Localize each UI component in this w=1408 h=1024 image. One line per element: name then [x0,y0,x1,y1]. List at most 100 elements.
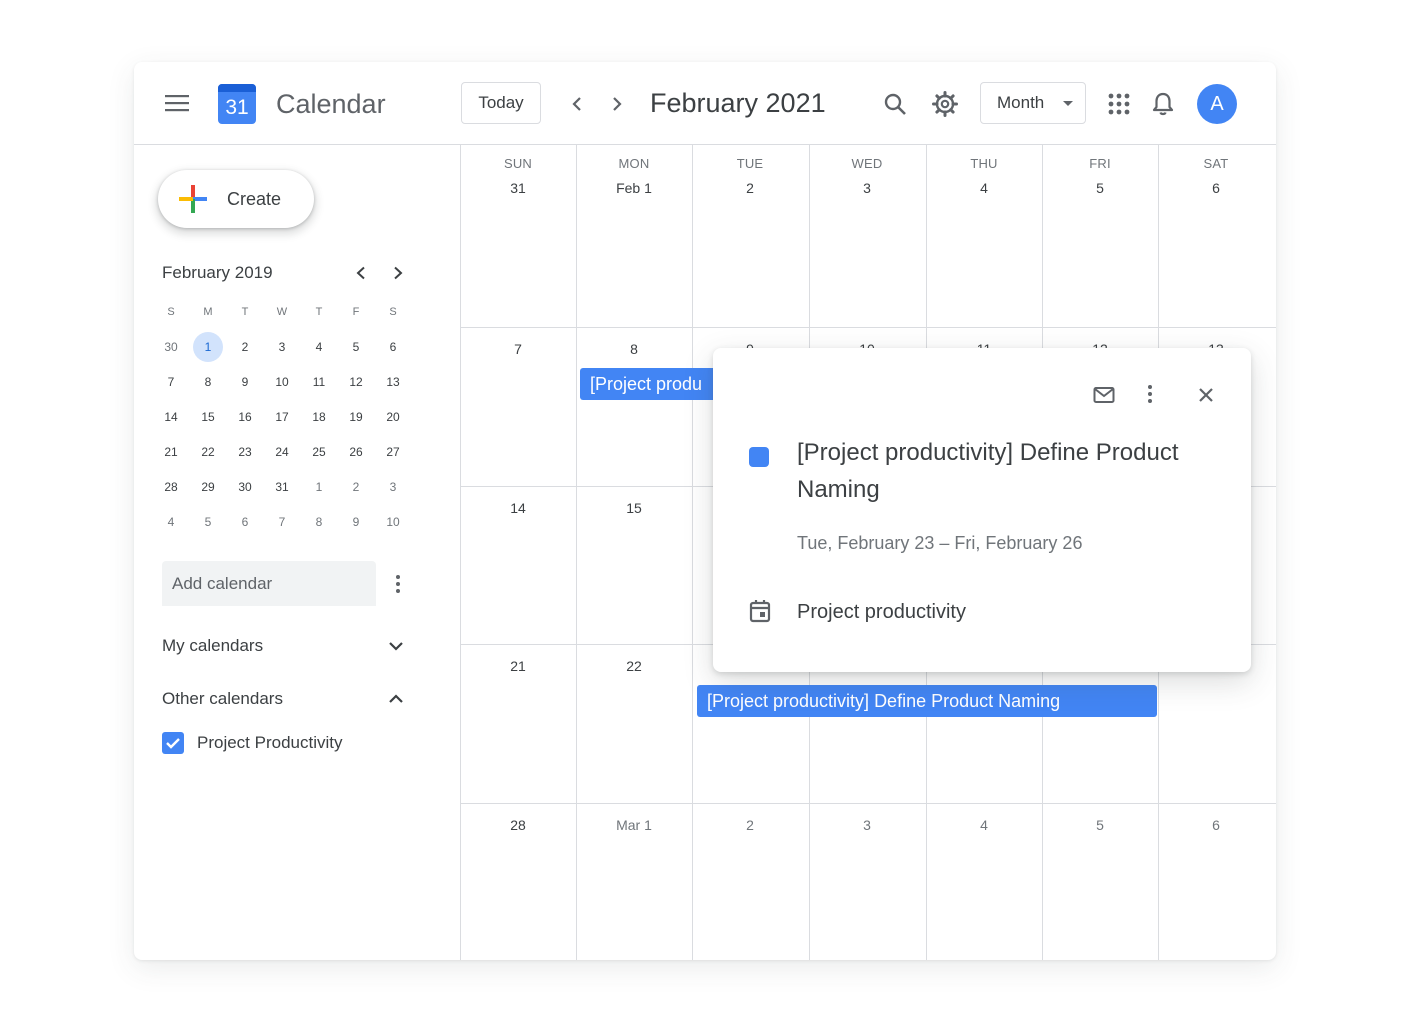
day-number[interactable]: 8 [576,341,692,357]
mini-day[interactable]: 7 [267,507,297,537]
other-calendars-collapse-button[interactable] [384,687,408,711]
weekday-header: MON [618,156,650,171]
mini-day[interactable]: 14 [156,402,186,432]
mini-day[interactable]: 1 [304,472,334,502]
mini-day[interactable]: 31 [267,472,297,502]
mini-day[interactable]: 10 [267,367,297,397]
mini-day[interactable]: 17 [267,402,297,432]
plus-icon [179,185,207,213]
mini-day[interactable]: 20 [378,402,408,432]
mini-day[interactable]: 6 [378,332,408,362]
mini-day[interactable]: 9 [230,367,260,397]
mini-day[interactable]: 7 [156,367,186,397]
weekday-header: THU [970,156,998,171]
event-chip-week2[interactable]: [Project produ [580,368,730,400]
mini-day[interactable]: 24 [267,437,297,467]
event-chip-week4[interactable]: [Project productivity] Define Product Na… [697,685,1157,717]
day-number[interactable]: 14 [460,500,576,516]
mini-calendar-title: February 2019 [162,263,273,282]
day-number[interactable]: 21 [460,658,576,674]
my-calendars-expand-button[interactable] [384,634,408,658]
more-options-button[interactable] [1139,378,1161,410]
add-calendar-input[interactable]: Add calendar [162,561,376,606]
project-productivity-checkbox[interactable] [162,732,184,754]
mini-weekday-header: T [241,306,249,318]
mini-day[interactable]: 2 [341,472,371,502]
add-calendar-options-button[interactable] [386,570,410,598]
mini-previous-button[interactable] [348,260,374,286]
close-popover-button[interactable] [1191,380,1221,410]
mini-day[interactable]: 15 [193,402,223,432]
mini-day[interactable]: 2 [230,332,260,362]
next-month-button[interactable] [602,90,632,118]
mini-weekday-header: S [389,306,397,318]
mini-day[interactable]: 13 [378,367,408,397]
day-number[interactable]: 28 [460,817,576,833]
chevron-left-icon [356,266,365,280]
create-button[interactable]: Create [158,170,314,228]
other-calendar-label: Project Productivity [197,733,343,752]
day-number[interactable]: 3 [809,817,925,833]
mini-day[interactable]: 23 [230,437,260,467]
mini-day[interactable]: 6 [230,507,260,537]
search-button[interactable] [879,89,911,119]
mini-day[interactable]: 28 [156,472,186,502]
day-number[interactable]: 2 [692,180,808,196]
mini-day[interactable]: 4 [304,332,334,362]
day-number[interactable]: 7 [460,341,576,357]
view-selector[interactable]: Month [980,82,1086,124]
account-avatar[interactable]: A [1197,84,1237,124]
mini-day[interactable]: 9 [341,507,371,537]
today-button[interactable]: Today [461,82,541,124]
mini-day[interactable]: 10 [378,507,408,537]
my-calendars-toggle[interactable]: My calendars [162,634,263,658]
day-number[interactable]: 2 [692,817,808,833]
mini-day[interactable]: 1 [193,332,223,362]
previous-month-button[interactable] [562,90,592,118]
day-number[interactable]: 6 [1158,180,1274,196]
day-number[interactable]: 31 [460,180,576,196]
weekday-header: TUE [736,156,764,171]
mini-day[interactable]: 22 [193,437,223,467]
mini-day[interactable]: 11 [304,367,334,397]
day-number[interactable]: 3 [809,180,925,196]
mini-day[interactable]: 3 [378,472,408,502]
settings-button[interactable] [928,88,962,120]
notifications-button[interactable] [1148,88,1178,120]
mini-day[interactable]: 29 [193,472,223,502]
mini-day[interactable]: 27 [378,437,408,467]
mini-day[interactable]: 16 [230,402,260,432]
mini-day[interactable]: 5 [193,507,223,537]
mini-day[interactable]: 25 [304,437,334,467]
day-number[interactable]: 15 [576,500,692,516]
mini-day[interactable]: 4 [156,507,186,537]
day-number[interactable]: 22 [576,658,692,674]
mini-day[interactable]: 8 [304,507,334,537]
mini-day[interactable]: 5 [341,332,371,362]
mini-day[interactable]: 12 [341,367,371,397]
day-number[interactable]: 5 [1042,180,1158,196]
mini-day[interactable]: 18 [304,402,334,432]
mini-day[interactable]: 26 [341,437,371,467]
day-number[interactable]: 6 [1158,817,1274,833]
weekday-header: WED [851,156,883,171]
day-number[interactable]: 4 [926,180,1042,196]
day-number[interactable]: Mar 1 [576,817,692,833]
day-number[interactable]: 5 [1042,817,1158,833]
day-number[interactable]: 4 [926,817,1042,833]
mini-day[interactable]: 30 [230,472,260,502]
chevron-down-icon [389,642,403,651]
main-menu-button[interactable] [160,89,194,117]
email-guests-button[interactable] [1087,380,1121,410]
mini-day[interactable]: 19 [341,402,371,432]
mini-day[interactable]: 8 [193,367,223,397]
bell-icon [1152,92,1174,116]
other-calendars-toggle[interactable]: Other calendars [162,687,283,711]
apps-button[interactable] [1104,89,1134,119]
mini-day[interactable]: 21 [156,437,186,467]
mini-day[interactable]: 30 [156,332,186,362]
grid-column-divider [576,144,577,960]
mini-next-button[interactable] [385,260,411,286]
day-number[interactable]: Feb 1 [576,180,692,196]
mini-day[interactable]: 3 [267,332,297,362]
